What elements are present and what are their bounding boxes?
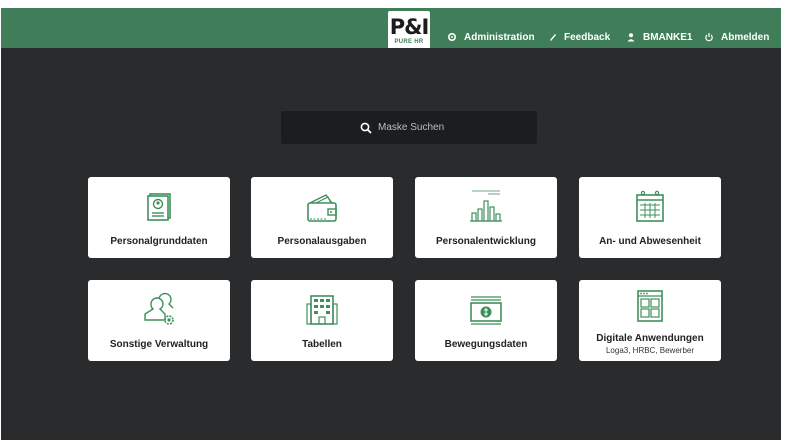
tile-label: Tabellen (302, 339, 342, 350)
nav-feedback-link[interactable]: Feedback (547, 30, 610, 44)
tile-label: Bewegungsdaten (444, 339, 528, 350)
tile-label: Personalentwicklung (435, 236, 537, 247)
tile-personalausgaben[interactable]: Personalausgaben (251, 177, 393, 258)
search-icon (360, 122, 372, 134)
search-box[interactable] (281, 111, 537, 144)
tile-tabellen[interactable]: Tabellen (251, 280, 393, 361)
nav-logout-label: Abmelden (721, 31, 770, 43)
tile-sublabel: Loga3, HRBC, Bewerber (605, 346, 695, 355)
power-icon (705, 33, 713, 42)
personal-file-icon (147, 193, 171, 221)
nav-administration-label: Administration (464, 31, 535, 43)
nav-user-label: BMANKE1 (643, 31, 693, 43)
calendar-icon (636, 190, 664, 222)
building-icon (306, 295, 338, 325)
pen-icon (550, 34, 556, 41)
logo-mark: P&I (389, 15, 430, 39)
search-input[interactable] (378, 122, 458, 133)
tile-personalentwicklung[interactable]: Personalentwicklung (415, 177, 557, 258)
tile-personalgrunddaten[interactable]: Personalgrunddaten (88, 177, 230, 258)
wallet-icon (307, 194, 337, 222)
tile-label: Personalausgaben (277, 236, 367, 247)
tile-label: Sonstige Verwaltung (109, 339, 209, 350)
nav-administration-link[interactable]: Administration (447, 30, 535, 44)
tile-digitale-anwendungen[interactable]: Digitale Anwendungen Loga3, HRBC, Bewerb… (579, 280, 721, 361)
nav-feedback-label: Feedback (564, 31, 611, 43)
bar-chart-icon (470, 190, 502, 222)
tile-label: Personalgrunddaten (110, 236, 208, 247)
money-icon (470, 296, 502, 325)
top-navigation-bar: P&I PURE HR Administration Feedback BMAN… (1, 8, 781, 55)
page-frame: P&I PURE HR Administration Feedback BMAN… (0, 0, 787, 446)
tile-label: An- und Abwesenheit (599, 236, 701, 247)
tile-sonstige-verwaltung[interactable]: Sonstige Verwaltung (88, 280, 230, 361)
gear-icon (447, 32, 457, 42)
nav-logout-link[interactable]: Abmelden (704, 30, 769, 44)
tile-label: Digitale Anwendungen (596, 333, 704, 344)
users-gear-icon (144, 292, 174, 325)
tile-bewegungsdaten[interactable]: Bewegungsdaten (415, 280, 557, 361)
logo-subtext: PURE HR (394, 39, 424, 45)
tile-an-und-abwesenheit[interactable]: An- und Abwesenheit (579, 177, 721, 258)
nav-user-link[interactable]: BMANKE1 (626, 30, 692, 44)
app-window-icon (637, 290, 663, 322)
user-icon (627, 33, 635, 42)
